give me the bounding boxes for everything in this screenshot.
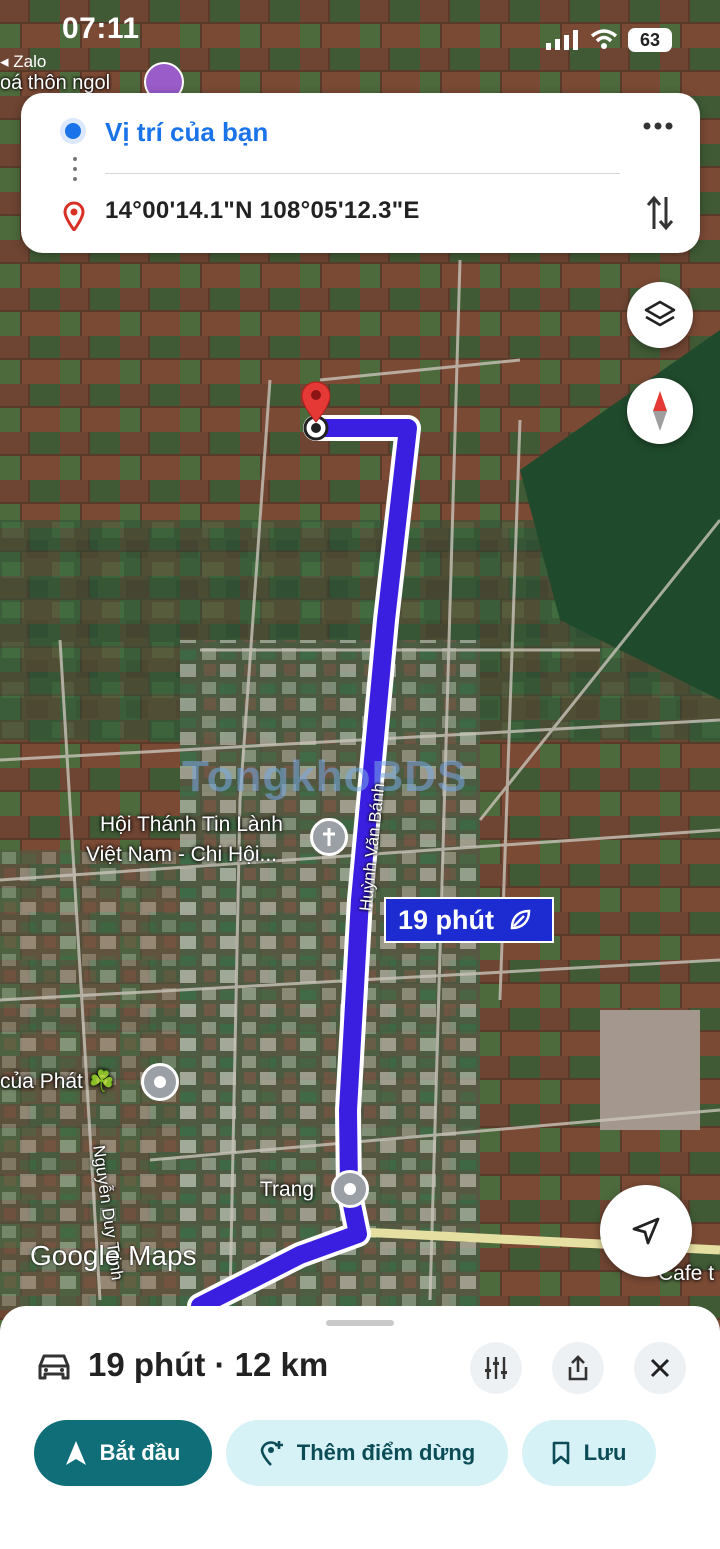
bookmark-icon [552,1441,569,1465]
status-time: 07:11 [62,12,140,45]
start-button[interactable]: Bắt đầu [34,1420,212,1486]
watermark: TongkhoBDS [182,752,468,801]
my-location-button[interactable] [600,1185,692,1277]
eta-text: 19 phút [398,904,495,935]
more-icon[interactable] [643,121,673,131]
destination-pin-icon [63,201,85,231]
church-label-line1[interactable]: Hội Thánh Tin Lành [100,813,283,837]
sheet-drag-handle[interactable] [326,1320,394,1326]
add-stop-label: Thêm điểm dừng [296,1440,476,1465]
share-icon [568,1355,588,1381]
save-button[interactable]: Lưu [522,1420,656,1486]
eta-badge[interactable]: 19 phút [384,897,554,943]
close-button[interactable] [634,1342,686,1394]
route-bottom-sheet: 19 phút · 12 km Bắt đầu Thêm điểm dừng L… [0,1306,720,1549]
add-stop-button[interactable]: Thêm điểm dừng [226,1420,508,1486]
swap-icon[interactable] [645,195,675,231]
share-button[interactable] [552,1342,604,1394]
layers-icon [644,300,676,327]
poi-phat-pin-icon[interactable] [141,1063,179,1101]
poi-trang-label[interactable]: Trang [260,1178,314,1202]
layers-button[interactable] [627,282,693,348]
navigation-arrow-icon [65,1441,86,1465]
compass-button[interactable] [627,378,693,444]
signal-icon [546,30,578,50]
poi-trang-pin-icon[interactable] [331,1170,369,1208]
origin-field[interactable]: Vị trí của bạn [105,117,268,148]
wifi-icon [590,29,618,49]
status-bar: 07:11 ◂ Zalo 63 [0,0,720,80]
poi-phat-text: của Phát [0,1070,83,1093]
church-poi-icon[interactable] [310,818,348,856]
origin-dot-icon [65,123,81,139]
route-options-button[interactable] [470,1342,522,1394]
start-button-label: Bắt đầu [99,1440,181,1465]
poi-phat-label[interactable]: của Phát ☘️ [0,1070,115,1094]
route-summary: 19 phút · 12 km [88,1346,329,1383]
field-divider [105,173,620,174]
destination-marker-icon[interactable] [292,376,340,442]
eco-leaf-icon [510,909,531,930]
car-icon [38,1354,70,1380]
map-place-label-top[interactable]: oá thôn ngol [0,72,110,95]
add-stop-pin-icon [260,1441,283,1466]
compass-icon [653,391,667,431]
battery-indicator: 63 [628,28,672,52]
clover-icon: ☘️ [88,1070,115,1093]
destination-field[interactable]: 14°00'14.1"N 108°05'12.3"E [105,197,420,225]
back-to-app-link[interactable]: ◂ Zalo [0,52,46,72]
route-dots-icon [73,157,77,185]
church-label-line2[interactable]: Việt Nam - Chi Hội... [86,843,277,867]
options-icon [485,1357,507,1379]
save-label: Lưu [583,1440,627,1465]
directions-card: Vị trí của bạn 14°00'14.1"N 108°05'12.3"… [21,93,700,253]
my-location-icon [632,1217,660,1245]
close-icon [650,1358,670,1378]
google-maps-logo: Google Maps [30,1240,197,1271]
